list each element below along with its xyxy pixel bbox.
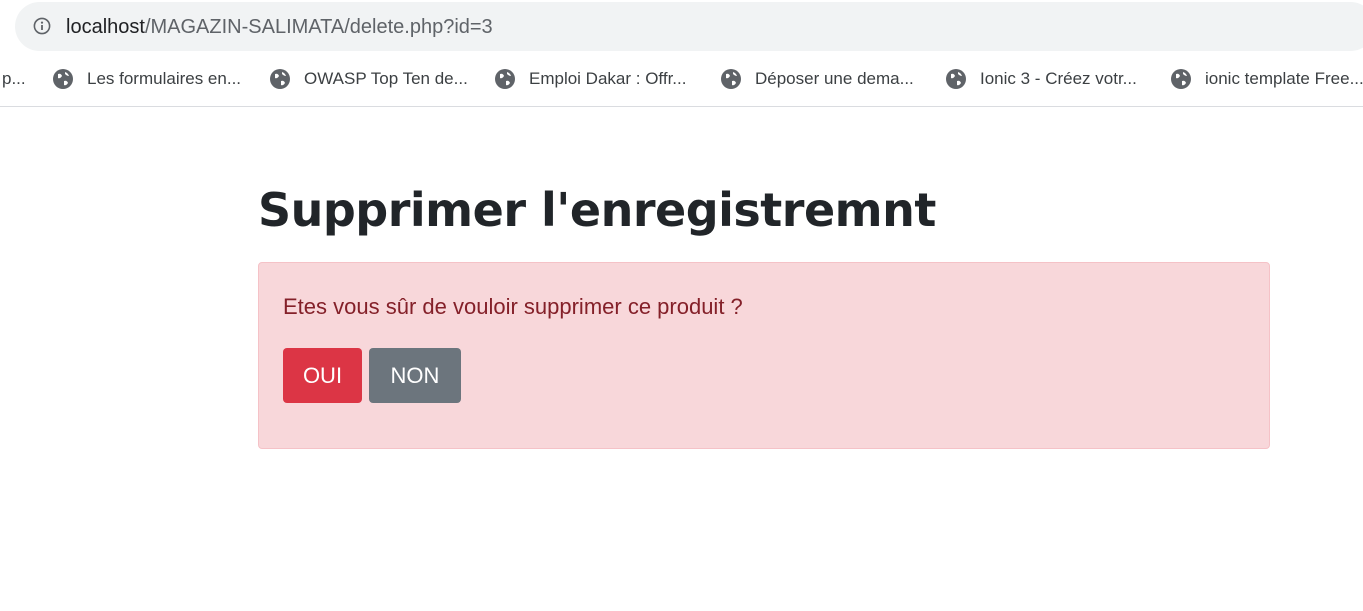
bookmark-label: Déposer une dema...: [755, 69, 914, 88]
confirm-delete-button[interactable]: OUI: [283, 348, 362, 403]
bookmark-label: p...: [2, 69, 26, 88]
globe-icon: [1171, 69, 1191, 89]
bookmark-label: ionic template Free...: [1205, 69, 1363, 88]
globe-icon: [721, 69, 741, 89]
globe-icon: [495, 69, 515, 89]
page-content: Supprimer l'enregistremnt Etes vous sûr …: [0, 107, 1363, 611]
browser-toolbar: localhost/MAGAZIN-SALIMATA/delete.php?id…: [0, 0, 1363, 56]
url-path: /MAGAZIN-SALIMATA/delete.php?id=3: [144, 16, 493, 38]
url-text[interactable]: localhost/MAGAZIN-SALIMATA/delete.php?id…: [66, 14, 493, 40]
info-icon[interactable]: [33, 17, 51, 35]
bookmark-label: OWASP Top Ten de...: [304, 69, 468, 88]
cancel-delete-button[interactable]: NON: [369, 348, 461, 403]
delete-confirmation-alert: Etes vous sûr de vouloir supprimer ce pr…: [258, 262, 1270, 449]
bookmark-label: Ionic 3 - Créez votr...: [980, 69, 1137, 88]
address-bar[interactable]: localhost/MAGAZIN-SALIMATA/delete.php?id…: [15, 2, 1363, 51]
globe-icon: [946, 69, 966, 89]
url-host: localhost: [66, 16, 145, 38]
bookmark-label: Les formulaires en...: [87, 69, 242, 88]
globe-icon: [270, 69, 290, 89]
bookmark-label: Emploi Dakar : Offr...: [529, 69, 687, 88]
globe-icon: [53, 69, 73, 89]
bookmarks-bar: p... Les formulaires en... OWASP Top Ten…: [0, 56, 1363, 107]
page-title: Supprimer l'enregistremnt: [258, 183, 936, 237]
confirmation-message: Etes vous sûr de vouloir supprimer ce pr…: [283, 294, 743, 319]
